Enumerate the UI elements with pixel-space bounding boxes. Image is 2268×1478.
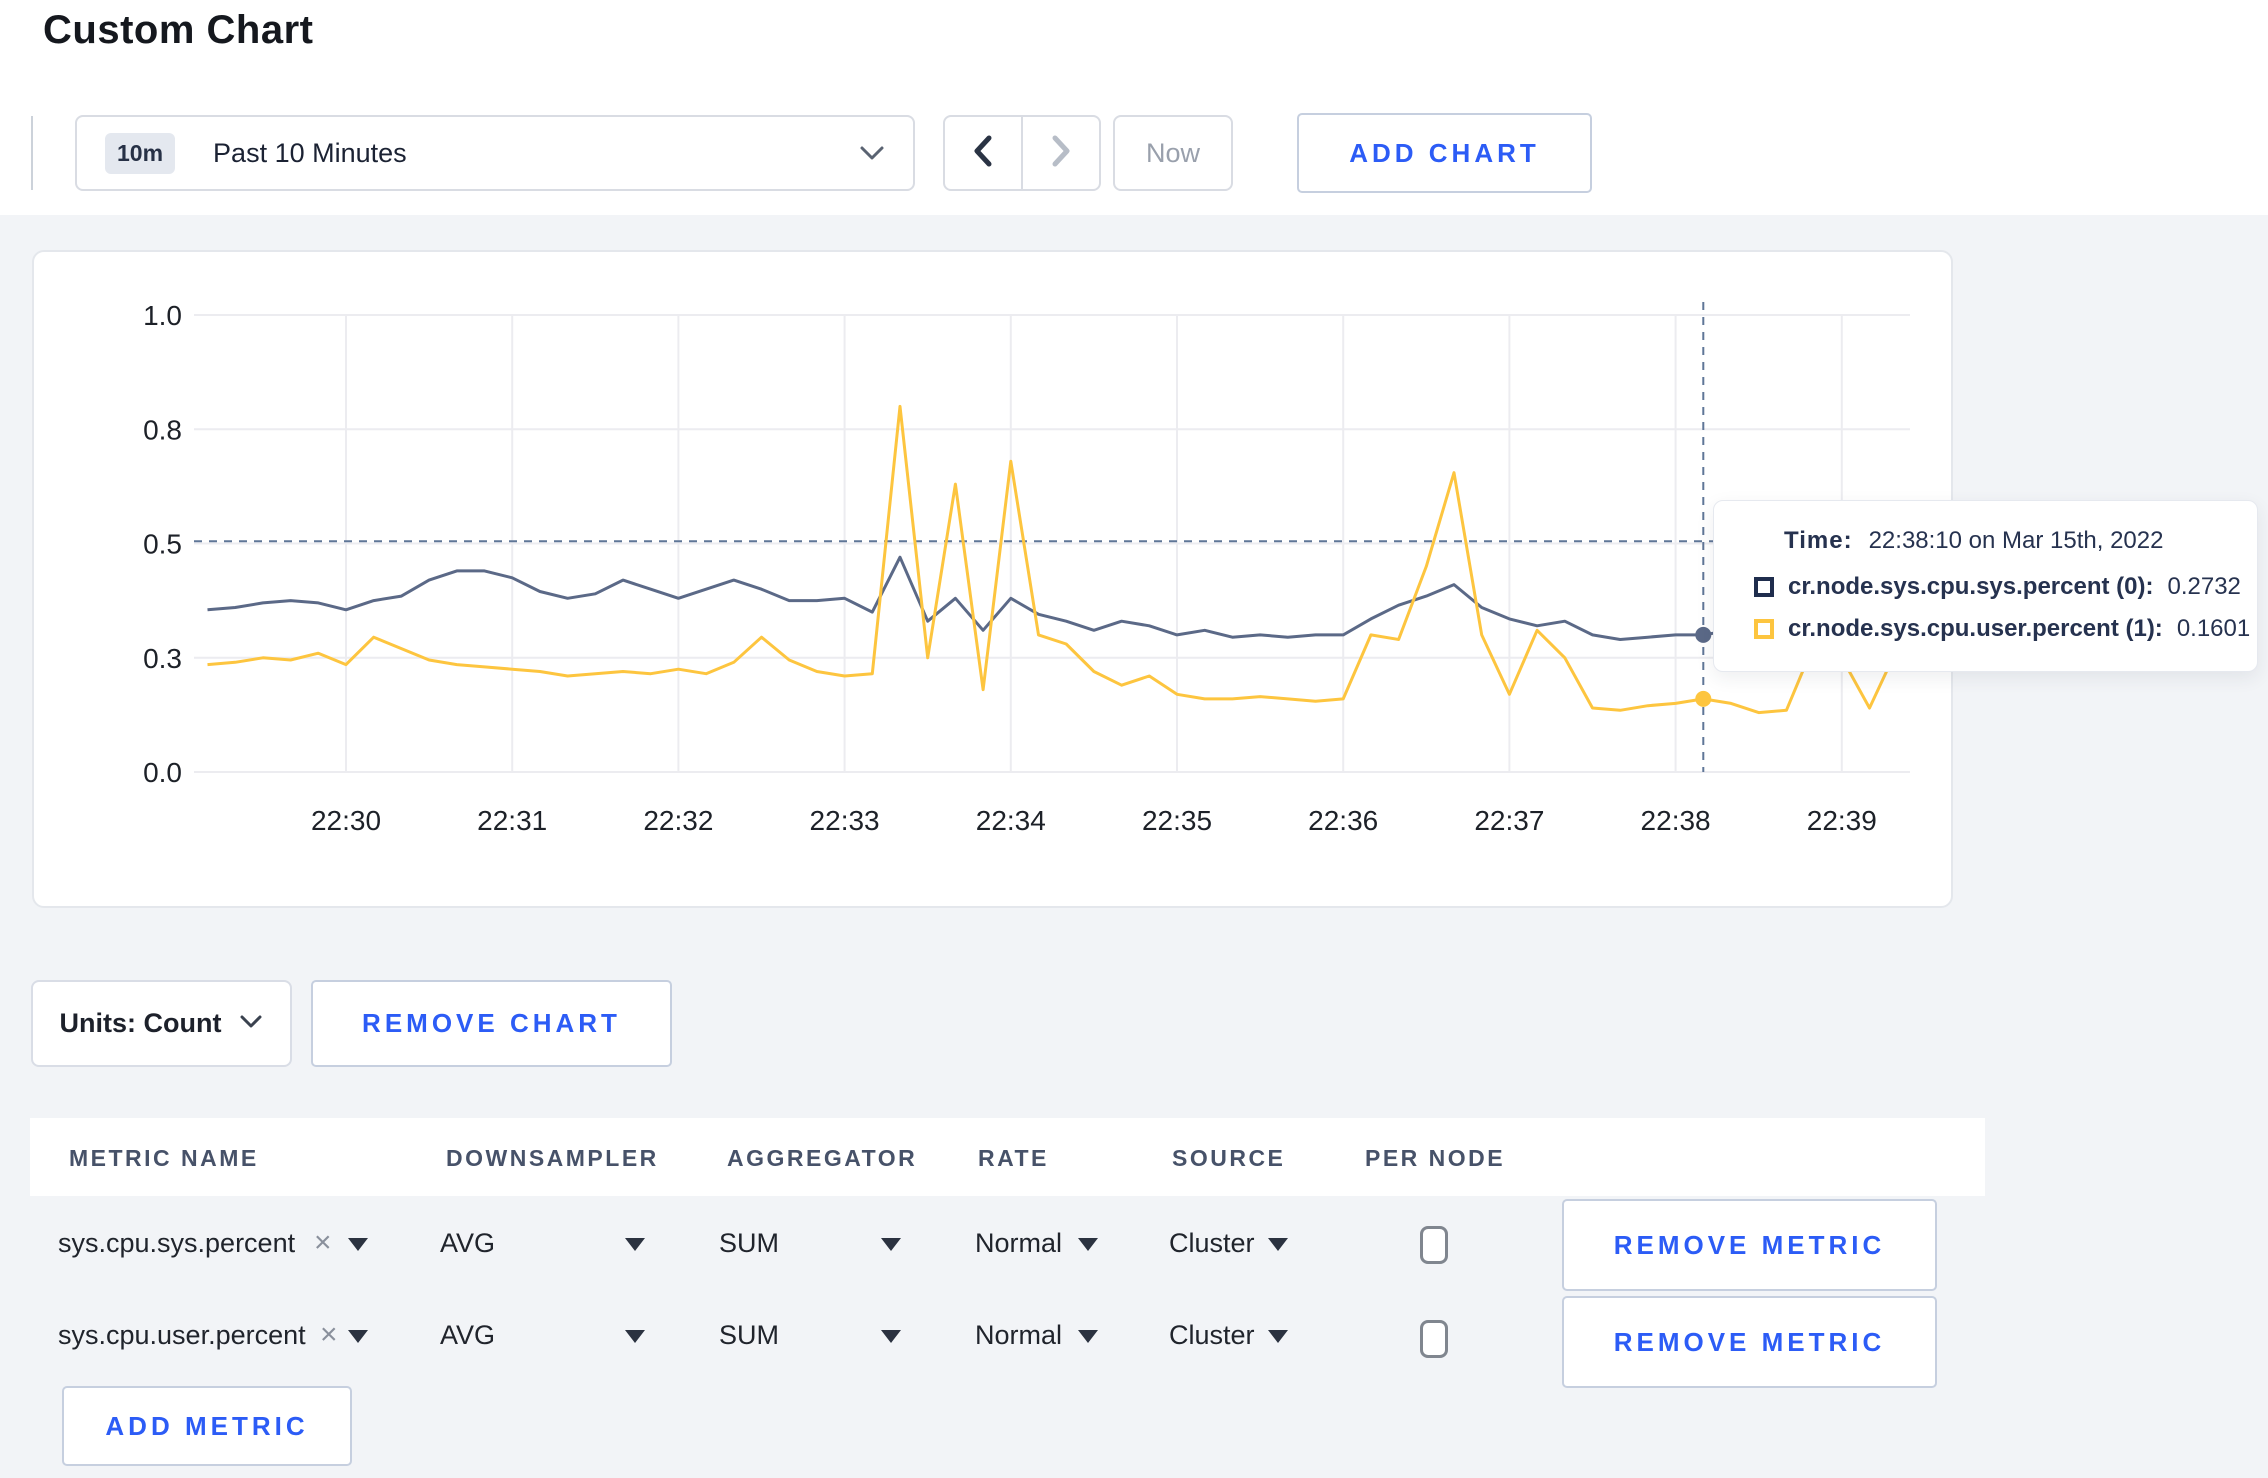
add-metric-button[interactable]: ADD METRIC	[62, 1386, 352, 1466]
chart-tooltip: Time: 22:38:10 on Mar 15th, 2022 cr.node…	[1713, 500, 2258, 672]
x-axis-tick-label: 22:33	[810, 805, 880, 836]
tooltip-series-value: 0.1601	[2176, 615, 2251, 642]
time-nav-group	[943, 115, 1101, 191]
x-axis-tick-label: 22:38	[1641, 805, 1711, 836]
y-axis-tick-label: 0.3	[143, 643, 182, 674]
metric-name-select[interactable]: sys.cpu.sys.percent	[58, 1228, 295, 1259]
clear-metric-icon[interactable]: ×	[320, 1320, 338, 1350]
col-header-metric-name: METRIC NAME	[69, 1145, 259, 1171]
metric-name-caret-icon[interactable]	[348, 1238, 368, 1251]
chevron-left-icon	[972, 134, 994, 173]
source-select[interactable]: Cluster	[1169, 1228, 1255, 1259]
x-axis-tick-label: 22:35	[1142, 805, 1212, 836]
time-window-dropdown[interactable]: 10m Past 10 Minutes	[75, 115, 915, 191]
col-header-aggregator: AGGREGATOR	[727, 1145, 918, 1171]
source-caret-icon[interactable]	[1268, 1330, 1288, 1343]
col-header-rate: RATE	[978, 1145, 1049, 1171]
time-forward-button[interactable]	[1021, 117, 1099, 189]
downsampler-caret-icon[interactable]	[625, 1238, 645, 1251]
hover-point-dot	[1695, 626, 1712, 643]
source-select[interactable]: Cluster	[1169, 1320, 1255, 1351]
series-line	[207, 404, 1899, 715]
x-axis-tick-label: 22:39	[1807, 805, 1877, 836]
rate-select[interactable]: Normal	[975, 1228, 1062, 1259]
x-axis-tick-label: 22:37	[1474, 805, 1544, 836]
chevron-right-icon	[1050, 134, 1072, 173]
col-header-source: SOURCE	[1172, 1145, 1286, 1171]
x-axis-tick-label: 22:32	[643, 805, 713, 836]
units-dropdown[interactable]: Units: Count	[31, 980, 292, 1067]
x-axis-tick-label: 22:31	[477, 805, 547, 836]
custom-chart-page: Custom Chart 10m Past 10 Minutes Now ADD…	[0, 0, 2268, 1478]
tooltip-series-name: cr.node.sys.cpu.sys.percent (0):	[1788, 573, 2154, 600]
tooltip-time-label: Time:	[1784, 527, 1853, 554]
y-axis-tick-label: 1.0	[143, 300, 182, 331]
tooltip-time-value: 22:38:10 on Mar 15th, 2022	[1868, 527, 2164, 554]
remove-metric-button[interactable]: REMOVE METRIC	[1562, 1199, 1937, 1291]
chevron-down-icon	[859, 145, 885, 161]
units-label: Units: Count	[59, 1008, 222, 1038]
y-axis-tick-label: 0.5	[143, 529, 182, 560]
y-axis-tick-label: 0.0	[143, 757, 182, 788]
source-caret-icon[interactable]	[1268, 1238, 1288, 1251]
chevron-down-icon	[239, 1014, 263, 1034]
aggregator-caret-icon[interactable]	[881, 1238, 901, 1251]
metric-name-select[interactable]: sys.cpu.user.percent	[58, 1320, 306, 1351]
aggregator-select[interactable]: SUM	[719, 1320, 779, 1351]
clear-metric-icon[interactable]: ×	[314, 1228, 332, 1258]
tooltip-series-name: cr.node.sys.cpu.user.percent (1):	[1788, 615, 2163, 642]
series-sys-swatch-icon	[1754, 577, 1774, 597]
chart-card: 0.0 0.3 0.5 0.8 1.0 22:30 22:31 22:32 22:33 22:34…	[32, 250, 1953, 908]
x-axis-tick-label: 22:30	[311, 805, 381, 836]
rate-select[interactable]: Normal	[975, 1320, 1062, 1351]
downsampler-caret-icon[interactable]	[625, 1330, 645, 1343]
x-axis-tick-label: 22:36	[1308, 805, 1378, 836]
add-chart-button[interactable]: ADD CHART	[1297, 113, 1592, 193]
tooltip-series-value: 0.2732	[2167, 573, 2241, 600]
remove-metric-button[interactable]: REMOVE METRIC	[1562, 1296, 1937, 1388]
time-window-label: Past 10 Minutes	[213, 137, 407, 168]
downsampler-select[interactable]: AVG	[440, 1228, 495, 1259]
time-back-button[interactable]	[945, 117, 1021, 189]
metric-name-caret-icon[interactable]	[348, 1330, 368, 1343]
timeseries-chart[interactable]: 0.0 0.3 0.5 0.8 1.0 22:30 22:31 22:32 22:33 22:34…	[34, 252, 1955, 910]
per-node-checkbox[interactable]	[1420, 1226, 1448, 1264]
rate-caret-icon[interactable]	[1078, 1238, 1098, 1251]
aggregator-select[interactable]: SUM	[719, 1228, 779, 1259]
now-button[interactable]: Now	[1113, 115, 1233, 191]
rate-caret-icon[interactable]	[1078, 1330, 1098, 1343]
remove-chart-button[interactable]: REMOVE CHART	[311, 980, 672, 1067]
hover-point-dot	[1695, 690, 1712, 707]
x-axis-tick-label: 22:34	[976, 805, 1046, 836]
col-header-downsampler: DOWNSAMPLER	[446, 1145, 659, 1171]
page-title: Custom Chart	[43, 8, 314, 52]
time-window-badge: 10m	[105, 132, 176, 174]
y-axis-tick-label: 0.8	[143, 414, 182, 445]
toolbar-divider	[31, 116, 33, 190]
series-user-swatch-icon	[1754, 619, 1774, 639]
col-header-per-node: PER NODE	[1365, 1145, 1506, 1171]
downsampler-select[interactable]: AVG	[440, 1320, 495, 1351]
series-line	[207, 555, 1898, 644]
aggregator-caret-icon[interactable]	[881, 1330, 901, 1343]
per-node-checkbox[interactable]	[1420, 1320, 1448, 1358]
